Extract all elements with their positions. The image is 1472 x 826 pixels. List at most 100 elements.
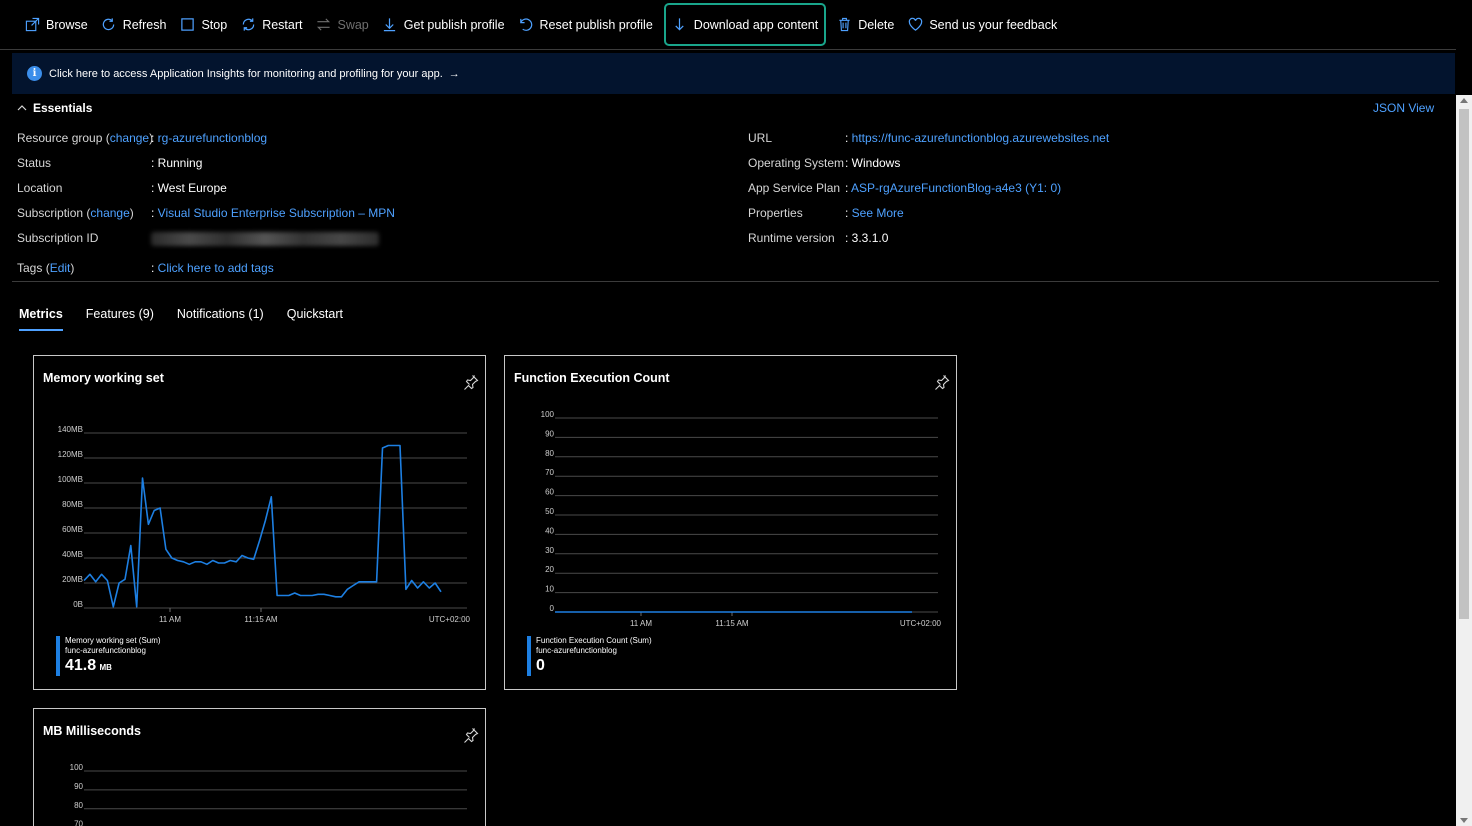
stop-icon bbox=[179, 17, 195, 33]
scrollbar-thumb[interactable] bbox=[1459, 109, 1469, 619]
banner-text: Click here to access Application Insight… bbox=[49, 67, 443, 80]
os-label: Operating System bbox=[748, 156, 845, 170]
url-link[interactable]: https://func-azurefunctionblog.azurewebs… bbox=[852, 131, 1109, 145]
see-more-link[interactable]: See More bbox=[852, 206, 904, 220]
chevron-up-icon bbox=[17, 105, 27, 111]
get-publish-profile-label: Get publish profile bbox=[403, 17, 505, 32]
y-tick-label: 100 bbox=[70, 763, 84, 772]
app-insights-banner[interactable]: i Click here to access Application Insig… bbox=[12, 53, 1455, 94]
get-publish-profile-button[interactable]: Get publish profile bbox=[376, 10, 511, 40]
y-tick-label: 40MB bbox=[62, 550, 83, 559]
add-tags-link[interactable]: Click here to add tags bbox=[158, 261, 274, 275]
plan-link[interactable]: ASP-rgAzureFunctionBlog-a4e3 (Y1: 0) bbox=[851, 181, 1061, 195]
summary-value: 41.8 bbox=[65, 657, 97, 674]
location-value: West Europe bbox=[157, 181, 227, 195]
arrow-right-icon: → bbox=[448, 67, 460, 80]
reset-publish-profile-label: Reset publish profile bbox=[539, 17, 653, 32]
legend-resource: func-azurefunctionblog bbox=[65, 646, 146, 655]
y-tick-label: 60MB bbox=[62, 525, 83, 534]
download-icon bbox=[382, 17, 398, 33]
y-tick-label: 30 bbox=[545, 546, 554, 555]
stop-label: Stop bbox=[201, 17, 228, 32]
essentials-toggle[interactable]: Essentials bbox=[17, 101, 92, 115]
legend-metric: Function Execution Count (Sum) bbox=[536, 636, 652, 645]
tab-metrics[interactable]: Metrics bbox=[19, 307, 63, 331]
tab-notifications[interactable]: Notifications (1) bbox=[177, 307, 264, 331]
y-tick-label: 90 bbox=[545, 429, 554, 438]
swap-icon bbox=[315, 17, 331, 33]
vertical-scrollbar[interactable] bbox=[1456, 95, 1472, 826]
essentials-divider bbox=[12, 281, 1439, 282]
stop-button[interactable]: Stop bbox=[173, 10, 233, 40]
y-tick-label: 50 bbox=[545, 507, 554, 516]
x-tick-label: 11 AM bbox=[159, 615, 181, 624]
y-tick-label: 40 bbox=[545, 526, 554, 535]
location-label: Location bbox=[17, 181, 63, 195]
subscription-change-link[interactable]: change bbox=[90, 206, 129, 220]
restart-label: Restart bbox=[262, 17, 303, 32]
trash-icon bbox=[836, 17, 852, 33]
legend-metric: Memory working set (Sum) bbox=[65, 636, 161, 645]
json-view-link[interactable]: JSON View bbox=[1373, 101, 1434, 115]
scroll-up-icon[interactable] bbox=[1460, 98, 1468, 103]
y-tick-label: 0 bbox=[550, 604, 555, 613]
y-tick-label: 100 bbox=[541, 410, 555, 419]
y-tick-label: 80 bbox=[74, 801, 83, 810]
swap-button[interactable]: Swap bbox=[309, 10, 374, 40]
resource-group-change-link[interactable]: change bbox=[110, 131, 149, 145]
delete-button[interactable]: Delete bbox=[830, 10, 900, 40]
tab-quickstart[interactable]: Quickstart bbox=[287, 307, 343, 331]
y-tick-label: 20MB bbox=[62, 575, 83, 584]
timezone-label: UTC+02:00 bbox=[429, 615, 471, 624]
refresh-label: Refresh bbox=[122, 17, 167, 32]
summary-unit: MB bbox=[99, 663, 112, 672]
y-tick-label: 0B bbox=[73, 600, 83, 609]
runtime-value: 3.3.1.0 bbox=[851, 231, 889, 245]
refresh-icon bbox=[101, 17, 117, 33]
y-tick-label: 70 bbox=[545, 468, 554, 477]
y-tick-label: 20 bbox=[545, 565, 554, 574]
runtime-label: Runtime version bbox=[748, 231, 835, 245]
heart-icon bbox=[907, 17, 923, 33]
subscription-label: Subscription bbox=[17, 206, 84, 220]
overview-tabs: Metrics Features (9) Notifications (1) Q… bbox=[19, 307, 366, 331]
resource-group-link[interactable]: rg-azurefunctionblog bbox=[158, 131, 267, 145]
mb-milliseconds-card[interactable]: MB Milliseconds 100 90 80 70 bbox=[33, 708, 486, 826]
tab-features[interactable]: Features (9) bbox=[86, 307, 154, 331]
y-tick-label: 70 bbox=[74, 820, 83, 826]
url-label: URL bbox=[748, 131, 773, 145]
feedback-button[interactable]: Send us your feedback bbox=[901, 10, 1063, 40]
download-app-content-button[interactable]: Download app content bbox=[663, 3, 827, 46]
external-link-icon bbox=[24, 17, 40, 33]
y-tick-label: 60 bbox=[545, 488, 554, 497]
chart-legend: Function Execution Count (Sum) func-azur… bbox=[527, 636, 652, 676]
legend-resource: func-azurefunctionblog bbox=[536, 646, 617, 655]
tags-label: Tags bbox=[17, 261, 43, 275]
undo-icon bbox=[518, 17, 534, 33]
subscription-link[interactable]: Visual Studio Enterprise Subscription – … bbox=[158, 206, 395, 220]
tags-edit-link[interactable]: Edit bbox=[50, 261, 71, 275]
refresh-button[interactable]: Refresh bbox=[95, 10, 173, 40]
memory-working-set-card[interactable]: Memory working set 140MB 120MB 100MB 80MB 60… bbox=[33, 355, 486, 690]
essentials-title: Essentials bbox=[33, 101, 93, 115]
resource-group-label: Resource group bbox=[17, 131, 103, 145]
status-label: Status bbox=[17, 156, 52, 170]
function-execution-count-card[interactable]: Function Execution Count 100 90 80 70 60 50 40… bbox=[504, 355, 957, 690]
browse-button[interactable]: Browse bbox=[18, 10, 94, 40]
y-tick-label: 90 bbox=[74, 782, 83, 791]
command-bar: Browse Refresh Stop Restart Swap Get pub… bbox=[0, 0, 1456, 50]
summary-value: 0 bbox=[536, 657, 545, 674]
y-tick-label: 100MB bbox=[58, 475, 83, 484]
browse-label: Browse bbox=[46, 17, 88, 32]
scroll-down-icon[interactable] bbox=[1460, 818, 1468, 823]
download-icon bbox=[672, 17, 688, 33]
x-tick-label: 11:15 AM bbox=[244, 615, 278, 624]
y-tick-label: 120MB bbox=[58, 450, 83, 459]
info-icon: i bbox=[27, 66, 42, 81]
subscription-id-redacted bbox=[151, 231, 379, 246]
restart-icon bbox=[240, 17, 256, 33]
x-tick-label: 11:15 AM bbox=[715, 619, 749, 628]
restart-button[interactable]: Restart bbox=[234, 10, 308, 40]
swap-label: Swap bbox=[337, 17, 369, 32]
reset-publish-profile-button[interactable]: Reset publish profile bbox=[512, 10, 659, 40]
